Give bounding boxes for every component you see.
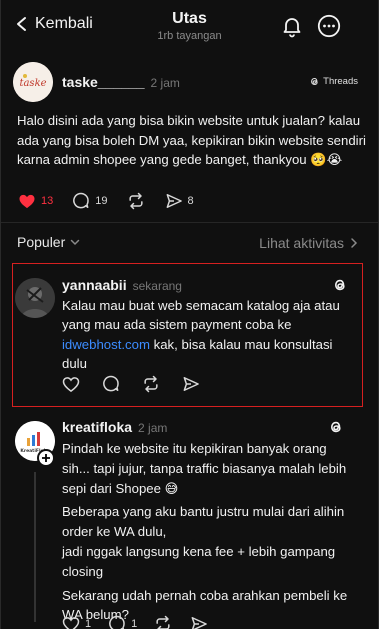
post-header: taske______ 2 jam xyxy=(62,74,180,92)
like-count: 13 xyxy=(41,195,54,207)
post-actions: 13 19 8 xyxy=(17,191,212,211)
like-button[interactable]: 1 xyxy=(61,614,91,629)
taske-logo-icon: taske xyxy=(13,62,53,102)
view-activity-label: Lihat aktivitas xyxy=(259,235,344,251)
reply-text: Kalau mau buat web semacam katalog aja a… xyxy=(62,296,354,374)
repost-button[interactable] xyxy=(126,191,146,211)
reply-time: 2 jam xyxy=(138,421,168,435)
reply-text-part: Kalau mau buat web semacam katalog aja a… xyxy=(62,298,340,333)
more-options-icon[interactable] xyxy=(317,14,341,38)
reply-time: sekarang xyxy=(132,279,182,293)
comment-button[interactable]: 19 xyxy=(71,191,108,211)
reply-username[interactable]: kreatifloka xyxy=(62,419,132,435)
reply-text: Pindah ke website itu kepikiran banyak o… xyxy=(62,439,354,625)
threads-logo-icon[interactable] xyxy=(332,277,348,293)
comment-count: 19 xyxy=(95,195,108,207)
bell-icon[interactable] xyxy=(280,14,304,38)
threads-logo-icon xyxy=(311,77,318,86)
sort-dropdown[interactable]: Populer xyxy=(17,234,81,250)
reply-paragraph: jadi nggak langsung kena fee + lebih gam… xyxy=(62,543,336,579)
plus-icon xyxy=(42,454,50,462)
threads-logo-icon[interactable] xyxy=(328,419,344,435)
svg-text:taske: taske xyxy=(19,78,46,89)
like-button[interactable]: 13 xyxy=(17,191,53,211)
thread-line xyxy=(34,472,36,622)
top-bar: Kembali Utas 1rb tayangan xyxy=(1,0,378,52)
send-icon xyxy=(191,617,208,629)
comment-button[interactable] xyxy=(101,374,121,394)
avatar[interactable] xyxy=(15,278,55,318)
threads-thread-view: Kembali Utas 1rb tayangan taske taske___… xyxy=(0,0,379,629)
repost-icon xyxy=(128,192,143,210)
share-count: 8 xyxy=(187,195,194,207)
heart-icon xyxy=(62,377,80,392)
reply-paragraph: Beberapa yang aku bantu justru mulai dar… xyxy=(62,504,345,540)
share-button[interactable]: 8 xyxy=(164,191,194,211)
reply-header: kreatifloka 2 jam xyxy=(62,419,167,437)
reply-username[interactable]: yannaabii xyxy=(62,277,127,293)
threads-badge: Threads xyxy=(309,76,358,87)
post-username[interactable]: taske______ xyxy=(62,74,145,90)
reply-paragraph: Pindah ke website itu kepikiran banyak o… xyxy=(62,441,347,496)
reply-header: yannaabii sekarang xyxy=(62,277,182,295)
repost-icon xyxy=(144,375,158,393)
share-button[interactable] xyxy=(189,614,209,629)
comment-button[interactable]: 1 xyxy=(107,614,137,629)
chevron-right-icon xyxy=(351,238,358,248)
heart-filled-icon xyxy=(19,194,35,209)
view-activity-link[interactable]: Lihat aktivitas xyxy=(259,235,358,251)
sort-label: Populer xyxy=(17,234,66,250)
reply-actions xyxy=(61,374,219,394)
threads-label: Threads xyxy=(323,76,358,87)
like-button[interactable] xyxy=(61,374,81,394)
repost-icon xyxy=(156,615,170,629)
reply-actions: 1 1 xyxy=(61,614,227,629)
reply-link[interactable]: idwebhost.com xyxy=(62,337,150,352)
post-text: Halo disini ada yang bisa bikin website … xyxy=(17,113,366,167)
like-count: 1 xyxy=(85,618,92,629)
heart-icon xyxy=(62,617,80,629)
comment-icon xyxy=(103,375,119,392)
divider xyxy=(1,222,378,223)
comment-icon xyxy=(109,615,125,629)
send-icon xyxy=(166,194,182,208)
share-button[interactable] xyxy=(181,374,201,394)
avatar[interactable]: taske xyxy=(13,62,53,102)
comment-icon xyxy=(73,192,90,209)
chevron-down-icon xyxy=(71,239,80,246)
follow-plus-icon[interactable] xyxy=(37,449,55,467)
comment-count: 1 xyxy=(131,618,138,629)
send-icon xyxy=(183,377,199,391)
repost-button[interactable] xyxy=(153,614,173,629)
post-time: 2 jam xyxy=(150,76,180,90)
repost-button[interactable] xyxy=(141,374,161,394)
user-photo-icon xyxy=(15,278,55,318)
